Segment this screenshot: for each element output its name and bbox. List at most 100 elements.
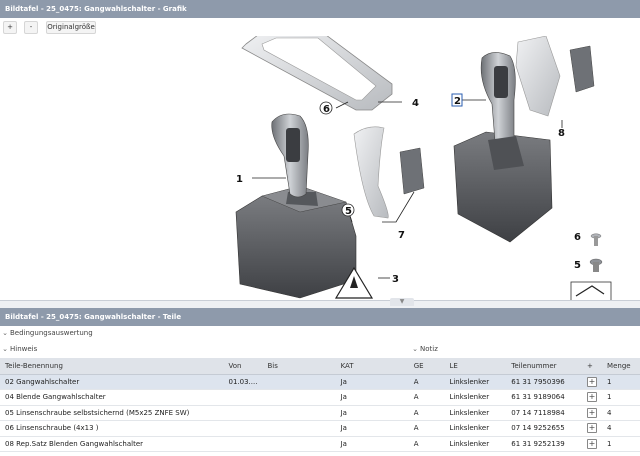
- cell-cat: Ja: [335, 374, 409, 390]
- graphic-toolbar: + - Originalgröße: [0, 20, 640, 36]
- parts-diagram-svg: 1 2 3 4 5 6 7 8 6 5: [235, 36, 612, 300]
- cell-partno: 61 31 9189064: [506, 389, 583, 406]
- screw-5: [589, 258, 603, 272]
- cell-le: Linkslenker: [444, 420, 507, 437]
- cell-ge: A: [408, 420, 445, 437]
- table-row[interactable]: 06 Linsenschraube (4x13 ) Ja A Linkslenker 0…: [0, 420, 640, 437]
- col-header-name[interactable]: Teile-Benennung: [0, 358, 224, 375]
- cell-ge: A: [408, 374, 445, 390]
- callout-6[interactable]: 6: [323, 104, 330, 115]
- col-header-ge[interactable]: GE: [408, 358, 445, 375]
- parts-diagram[interactable]: 1 2 3 4 5 6 7 8 6 5: [0, 36, 640, 300]
- cell-add[interactable]: +: [582, 420, 603, 437]
- table-row[interactable]: 08 Rep.Satz Blenden Gangwahlschalter Ja A L…: [0, 436, 640, 452]
- cell-ge: A: [408, 389, 445, 406]
- cell-name: 02 Gangwahlschalter: [0, 374, 224, 390]
- cell-from: 01.03....: [223, 374, 263, 390]
- cell-to: [262, 374, 336, 390]
- trim-frame-part: [241, 36, 393, 111]
- cell-name: 04 Blende Gangwahlschalter: [0, 389, 224, 406]
- cell-partno: 61 31 7950396: [506, 374, 583, 390]
- chevron-down-icon: ⌄: [412, 345, 418, 353]
- cell-ge: A: [408, 405, 445, 421]
- cell-qty: 4: [602, 420, 640, 437]
- cell-cat: Ja: [335, 420, 409, 437]
- callout-legend-5[interactable]: 5: [574, 260, 581, 271]
- callout-2[interactable]: 2: [454, 96, 461, 107]
- add-to-cart-button[interactable]: +: [587, 423, 598, 434]
- gear-selector-assembly: [235, 113, 357, 299]
- col-header-add: +: [582, 358, 603, 375]
- add-to-cart-button[interactable]: +: [587, 407, 598, 418]
- callout-legend-6[interactable]: 6: [574, 232, 581, 243]
- cell-qty: 1: [602, 374, 640, 390]
- callout-4[interactable]: 4: [412, 98, 419, 109]
- collapse-arrow-icon[interactable]: ▼: [390, 298, 414, 306]
- table-header-row: Teile-Benennung Von Bis KAT GE LE Teilen…: [0, 358, 640, 375]
- zoom-out-button[interactable]: -: [24, 21, 38, 34]
- callout-3[interactable]: 3: [392, 274, 399, 285]
- table-row[interactable]: 02 Gangwahlschalter 01.03.... Ja A Linkslenk…: [0, 374, 640, 390]
- cell-to: [262, 405, 336, 421]
- table-row[interactable]: 05 Linsenschraube selbstsichernd (M5x25 …: [0, 405, 640, 421]
- trim-set-8: [515, 36, 595, 117]
- cell-from: [223, 420, 263, 437]
- cell-cat: Ja: [335, 405, 409, 421]
- col-header-qty[interactable]: Menge: [602, 358, 640, 375]
- callout-7[interactable]: 7: [398, 230, 405, 241]
- col-header-le[interactable]: LE: [444, 358, 507, 375]
- cell-qty: 1: [602, 436, 640, 452]
- trim-set-7: [353, 126, 425, 219]
- add-to-cart-button[interactable]: +: [587, 392, 598, 403]
- col-header-from[interactable]: Von: [223, 358, 263, 375]
- add-to-cart-button[interactable]: +: [587, 376, 598, 387]
- cell-name: 08 Rep.Satz Blenden Gangwahlschalter: [0, 436, 224, 452]
- parts-table: Teile-Benennung Von Bis KAT GE LE Teilen…: [0, 358, 640, 452]
- cell-from: [223, 389, 263, 406]
- col-header-cat[interactable]: KAT: [335, 358, 409, 375]
- cell-le: Linkslenker: [444, 405, 507, 421]
- callout-5[interactable]: 5: [345, 206, 352, 217]
- cell-to: [262, 389, 336, 406]
- note-label: Notiz: [420, 345, 438, 353]
- chevron-down-icon: ⌄: [2, 345, 8, 353]
- hint-section[interactable]: ⌄ Hinweis ⌄ Notiz: [0, 343, 640, 355]
- cell-le: Linkslenker: [444, 374, 507, 390]
- table-row[interactable]: 04 Blende Gangwahlschalter Ja A Linkslenker…: [0, 389, 640, 406]
- zoom-in-button[interactable]: +: [3, 21, 17, 34]
- cell-add[interactable]: +: [582, 374, 603, 390]
- splitter-bar[interactable]: [0, 300, 640, 308]
- legend-box-arrow: [570, 281, 612, 300]
- callout-8[interactable]: 8: [558, 128, 565, 139]
- cell-to: [262, 420, 336, 437]
- cell-qty: 4: [602, 405, 640, 421]
- cell-add[interactable]: +: [582, 436, 603, 452]
- cell-from: [223, 405, 263, 421]
- conditions-label: Bedingungsauswertung: [10, 329, 93, 337]
- hint-label: Hinweis: [10, 345, 38, 353]
- col-header-to[interactable]: Bis: [262, 358, 336, 375]
- callout-1[interactable]: 1: [236, 174, 243, 185]
- screw-6: [590, 233, 602, 246]
- add-to-cart-button[interactable]: +: [587, 438, 598, 449]
- note-section[interactable]: ⌄ Notiz: [410, 343, 438, 355]
- cell-add[interactable]: +: [582, 389, 603, 406]
- parts-panel-title: Bildtafel - 25_0475: Gangwahlschalter - …: [0, 308, 640, 326]
- col-header-partno[interactable]: Teilenummer: [506, 358, 583, 375]
- chevron-down-icon: ⌄: [2, 329, 8, 337]
- cell-cat: Ja: [335, 436, 409, 452]
- cell-cat: Ja: [335, 389, 409, 406]
- cell-from: [223, 436, 263, 452]
- cell-qty: 1: [602, 389, 640, 406]
- cell-to: [262, 436, 336, 452]
- cell-add[interactable]: +: [582, 405, 603, 421]
- conditions-section[interactable]: ⌄ Bedingungsauswertung: [0, 327, 640, 339]
- cell-partno: 61 31 9252139: [506, 436, 583, 452]
- cell-partno: 07 14 7118984: [506, 405, 583, 421]
- original-size-button[interactable]: Originalgröße: [46, 21, 96, 34]
- cell-name: 05 Linsenschraube selbstsichernd (M5x25 …: [0, 405, 224, 421]
- cell-partno: 07 14 9252655: [506, 420, 583, 437]
- cell-name: 06 Linsenschraube (4x13 ): [0, 420, 224, 437]
- cell-ge: A: [408, 436, 445, 452]
- cell-le: Linkslenker: [444, 436, 507, 452]
